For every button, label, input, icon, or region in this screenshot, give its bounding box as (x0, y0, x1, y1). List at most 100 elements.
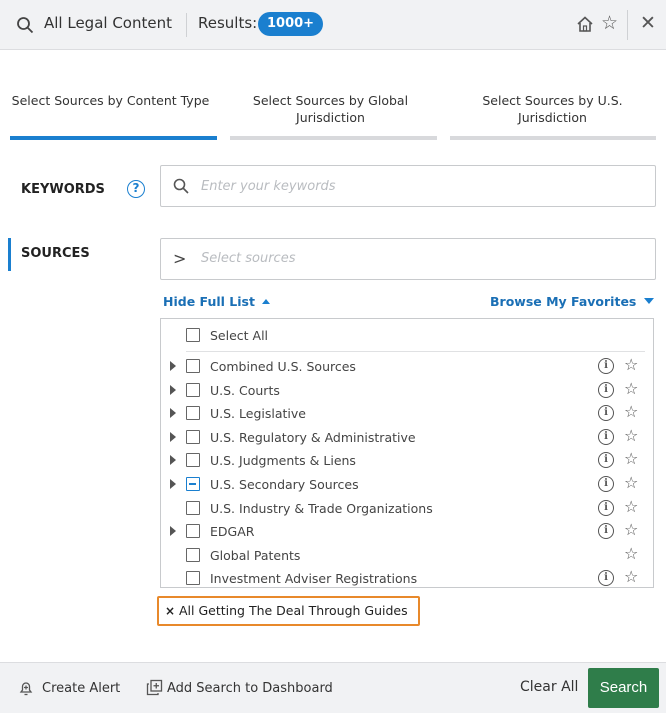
search-button[interactable]: Search (588, 668, 659, 708)
source-label[interactable]: Investment Adviser Registrations (210, 571, 417, 586)
keywords-field[interactable] (160, 165, 656, 207)
info-icon[interactable]: i (598, 570, 614, 587)
add-to-dashboard-button[interactable]: Add Search to Dashboard (167, 681, 333, 696)
list-divider (186, 351, 645, 352)
source-label[interactable]: U.S. Secondary Sources (210, 477, 359, 492)
expand-arrow-icon[interactable] (170, 408, 176, 419)
select-all-checkbox[interactable] (186, 328, 200, 342)
source-row[interactable]: U.S. Secondary Sources i ☆ (161, 474, 653, 497)
info-icon[interactable]: i (598, 476, 614, 492)
favorite-star-icon[interactable]: ☆ (624, 544, 638, 563)
source-label[interactable]: U.S. Regulatory & Administrative (210, 430, 416, 445)
source-checkbox[interactable] (186, 500, 200, 515)
keywords-input[interactable] (201, 175, 641, 197)
favorite-star-icon[interactable]: ☆ (624, 521, 638, 539)
caret-up-icon (261, 299, 270, 304)
favorite-star-icon[interactable]: ☆ (624, 356, 638, 374)
source-checkbox[interactable] (186, 477, 200, 491)
source-row[interactable]: U.S. Courts i ☆ (161, 379, 653, 403)
footer-bar: Create Alert Add Search to Dashboard Cle… (0, 662, 666, 713)
source-checkbox[interactable] (186, 429, 200, 444)
favorite-star-icon[interactable]: ☆ (624, 379, 638, 398)
tab-global-jurisdiction[interactable]: Select Sources by Global Jurisdiction (228, 92, 433, 126)
tab-indicator (450, 136, 656, 140)
source-label[interactable]: EDGAR (210, 524, 254, 539)
source-row[interactable]: EDGAR i ☆ (161, 521, 653, 544)
expand-arrow-icon[interactable] (170, 361, 176, 371)
source-row[interactable]: Investment Adviser Registrations i ☆ (161, 568, 653, 591)
expand-arrow-icon[interactable] (170, 455, 176, 466)
browse-favorites-link[interactable]: Browse My Favorites (490, 294, 655, 309)
info-icon[interactable]: i (598, 523, 614, 540)
source-label[interactable]: Combined U.S. Sources (210, 359, 356, 374)
favorite-star-icon[interactable]: ☆ (624, 568, 638, 586)
sources-label: SOURCES (21, 246, 90, 261)
source-row[interactable]: U.S. Legislative i ☆ (161, 403, 653, 426)
source-checkbox[interactable] (186, 406, 200, 421)
source-checkbox[interactable] (186, 524, 200, 539)
source-row[interactable]: Combined U.S. Sources i ☆ (161, 356, 653, 379)
header-divider (186, 13, 187, 37)
source-label[interactable]: U.S. Courts (210, 383, 280, 398)
expand-arrow-icon[interactable] (170, 479, 176, 489)
info-icon[interactable]: i (598, 452, 614, 469)
close-icon[interactable]: ✕ (640, 12, 656, 34)
source-checkbox[interactable] (186, 571, 200, 586)
source-checkbox[interactable] (186, 382, 200, 397)
source-row[interactable]: Global Patents ☆ (161, 544, 653, 568)
remove-chip-icon[interactable]: × (165, 604, 175, 618)
create-alert-button[interactable]: Create Alert (42, 681, 120, 696)
favorite-star-icon[interactable]: ☆ (624, 474, 638, 492)
tab-indicator (230, 136, 437, 140)
help-icon[interactable]: ? (127, 180, 145, 198)
tab-indicator-active (10, 136, 217, 140)
source-label[interactable]: U.S. Industry & Trade Organizations (210, 501, 433, 516)
browse-favorites-label[interactable]: Browse My Favorites (490, 294, 636, 309)
home-icon[interactable] (576, 15, 594, 33)
source-checkbox[interactable] (186, 453, 200, 468)
sources-accent-bar (8, 238, 11, 271)
selected-source-chip[interactable]: × All Getting The Deal Through Guides (157, 596, 420, 626)
info-icon[interactable]: i (598, 405, 614, 422)
info-icon[interactable]: i (598, 381, 614, 398)
favorite-star-icon[interactable]: ☆ (624, 450, 638, 468)
results-count-badge: 1000+ (258, 12, 324, 36)
alert-bell-icon[interactable] (18, 680, 34, 696)
hide-full-list-label[interactable]: Hide Full List (163, 294, 255, 309)
search-icon (173, 178, 189, 194)
info-icon[interactable]: i (598, 428, 614, 445)
source-label[interactable]: U.S. Legislative (210, 406, 306, 421)
hide-full-list-link[interactable]: Hide Full List (163, 294, 270, 309)
source-row[interactable]: U.S. Regulatory & Administrative i ☆ (161, 426, 653, 450)
tab-content-type[interactable]: Select Sources by Content Type (8, 92, 213, 109)
source-label[interactable]: U.S. Judgments & Liens (210, 453, 356, 468)
select-all-label[interactable]: Select All (210, 328, 268, 343)
expand-arrow-icon[interactable] (170, 526, 176, 537)
selected-source-label: All Getting The Deal Through Guides (179, 603, 408, 618)
star-icon[interactable]: ☆ (601, 13, 618, 33)
sources-field[interactable]: > Select sources (160, 238, 656, 280)
expand-arrow-icon[interactable] (170, 431, 176, 442)
add-dashboard-icon[interactable] (146, 679, 163, 696)
expand-arrow-icon[interactable] (170, 384, 176, 395)
favorite-star-icon[interactable]: ☆ (624, 403, 638, 421)
source-checkbox[interactable] (186, 547, 200, 562)
favorite-star-icon[interactable]: ☆ (624, 426, 638, 445)
search-icon[interactable] (16, 16, 34, 34)
content-type-title[interactable]: All Legal Content (44, 14, 172, 32)
clear-all-button[interactable]: Clear All (520, 679, 578, 695)
info-icon[interactable]: i (598, 358, 614, 374)
source-checkbox[interactable] (186, 359, 200, 373)
search-header: All Legal Content Results: 1000+ ☆ ✕ (0, 0, 666, 50)
sources-placeholder[interactable]: Select sources (201, 251, 295, 266)
source-row[interactable]: U.S. Judgments & Liens i ☆ (161, 450, 653, 473)
chevron-right-icon[interactable]: > (173, 249, 186, 268)
sources-list: Select All Combined U.S. Sources i ☆ U.S. C… (160, 318, 654, 588)
favorite-star-icon[interactable]: ☆ (624, 497, 638, 516)
caret-down-icon (644, 298, 655, 304)
source-row[interactable]: U.S. Industry & Trade Organizations i ☆ (161, 497, 653, 521)
tab-us-jurisdiction[interactable]: Select Sources by U.S. Jurisdiction (450, 92, 655, 126)
info-icon[interactable]: i (598, 499, 614, 516)
results-label: Results: (198, 14, 258, 32)
source-label[interactable]: Global Patents (210, 548, 300, 563)
